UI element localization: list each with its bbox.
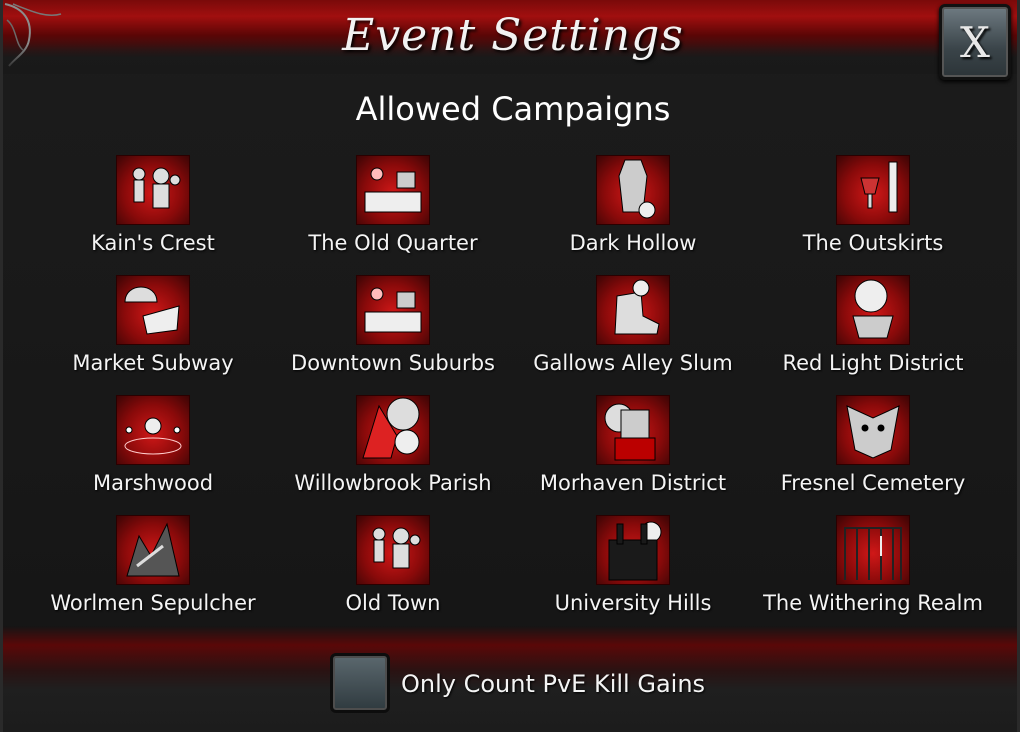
campaign-label: Market Subway	[72, 351, 234, 375]
helmet-claw-icon	[116, 275, 190, 345]
pve-kill-gains-label: Only Count PvE Kill Gains	[401, 670, 706, 698]
campaign-item[interactable]: Morhaven District	[513, 395, 753, 515]
section-title: Allowed Campaigns	[355, 90, 671, 128]
coffin-skull-icon	[596, 155, 670, 225]
campaign-label: Dark Hollow	[569, 231, 697, 255]
campaign-label: Marshwood	[92, 471, 214, 495]
cathedral-icon	[596, 515, 670, 585]
pve-kill-gains-checkbox[interactable]	[330, 653, 390, 713]
zombie-horde-icon	[116, 155, 190, 225]
dialog-title: Event Settings	[342, 10, 684, 61]
wine-goblet-icon	[836, 155, 910, 225]
close-icon: X	[960, 17, 990, 67]
campaign-item[interactable]: The Outskirts	[753, 155, 993, 275]
ritual-table-icon	[356, 155, 430, 225]
campaign-label: Old Town	[345, 591, 441, 615]
campaign-label: Downtown Suburbs	[291, 351, 495, 375]
beast-face-icon	[836, 395, 910, 465]
candle-circle-icon	[116, 395, 190, 465]
campaign-item[interactable]: University Hills	[513, 515, 753, 635]
campaign-label: Gallows Alley Slum	[533, 351, 733, 375]
campaign-item[interactable]: Willowbrook Parish	[273, 395, 513, 515]
campaign-item[interactable]: Kain's Crest	[33, 155, 273, 275]
campaign-label: The Old Quarter	[308, 231, 478, 255]
event-settings-dialog: Event Settings X Allowed Campaigns Kain'…	[0, 0, 1020, 732]
campaign-label: The Withering Realm	[763, 591, 983, 615]
campaign-label: University Hills	[554, 591, 712, 615]
campaign-item[interactable]: Gallows Alley Slum	[513, 275, 753, 395]
campaign-item[interactable]: Marshwood	[33, 395, 273, 515]
ritual-table-icon	[356, 275, 430, 345]
campaign-item[interactable]: The Old Quarter	[273, 155, 513, 275]
campaign-label: Morhaven District	[539, 471, 727, 495]
campaign-grid: Kain's Crest The Old Quarter Dark Hollow Th…	[33, 155, 993, 635]
ruined-boot-icon	[596, 275, 670, 345]
armored-priest-icon	[596, 395, 670, 465]
campaign-item[interactable]: Downtown Suburbs	[273, 275, 513, 395]
zombie-horde-icon	[356, 515, 430, 585]
campaign-item[interactable]: The Withering Realm	[753, 515, 993, 635]
campaign-item[interactable]: Old Town	[273, 515, 513, 635]
gnarled-tree-icon	[116, 515, 190, 585]
campaign-label: Red Light District	[782, 351, 964, 375]
campaign-label: Kain's Crest	[91, 231, 215, 255]
campaign-label: Fresnel Cemetery	[780, 471, 966, 495]
werewolf-coffin-icon	[836, 275, 910, 345]
campaign-item[interactable]: Market Subway	[33, 275, 273, 395]
campaign-item[interactable]: Red Light District	[753, 275, 993, 395]
close-button[interactable]: X	[939, 4, 1011, 80]
campaign-item[interactable]: Fresnel Cemetery	[753, 395, 993, 515]
campaign-label: Willowbrook Parish	[294, 471, 492, 495]
hooded-skull-icon	[356, 395, 430, 465]
campaign-label: The Outskirts	[802, 231, 944, 255]
campaign-item[interactable]: Dark Hollow	[513, 155, 753, 275]
gallows-gate-icon	[836, 515, 910, 585]
campaign-item[interactable]: Worlmen Sepulcher	[33, 515, 273, 635]
campaign-label: Worlmen Sepulcher	[50, 591, 256, 615]
